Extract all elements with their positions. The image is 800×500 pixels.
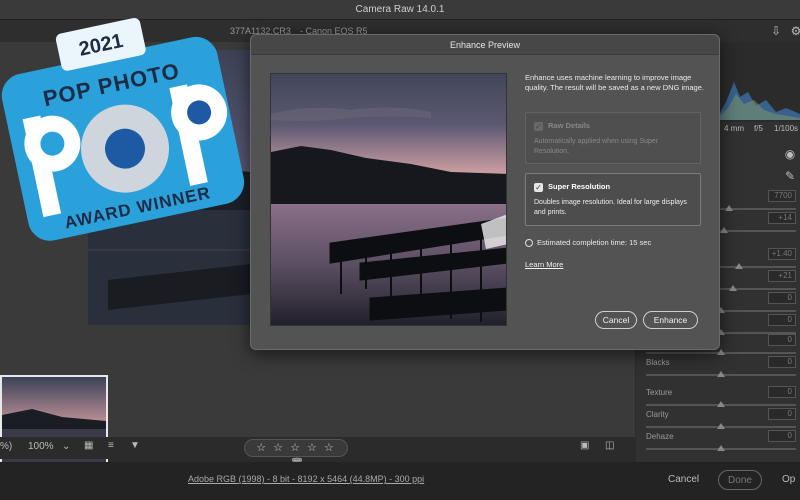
slider-label: Dehaze (646, 432, 674, 441)
save-icon[interactable]: ⇩ (768, 23, 784, 39)
slider-row: Blacks 0 (646, 356, 796, 388)
camera-raw-app: Camera Raw 14.0.1 377A1132.CR3 - Canon E… (0, 0, 800, 500)
bottom-toolbar: %) 100% ⌄ ▦ ≡ ▼ ☆ ☆ ☆ ☆ ☆ 🗑 ▣ ◫ (0, 437, 635, 470)
enhance-preview-image (270, 73, 507, 326)
slider-value-input[interactable]: 0 (768, 334, 796, 346)
super-resolution-checkbox[interactable]: ✓ (534, 183, 543, 192)
slider-value-input[interactable]: +21 (768, 270, 796, 282)
footer-bar: Adobe RGB (1998) - 8 bit - 8192 x 5464 (… (0, 462, 800, 500)
dialog-description: Enhance uses machine learning to improve… (525, 73, 704, 92)
footer-open-button[interactable]: Op (782, 470, 795, 490)
slider-value-input[interactable]: +1.40 (768, 248, 796, 260)
window-title: Camera Raw 14.0.1 (355, 4, 445, 15)
footer-cancel-button[interactable]: Cancel (668, 470, 699, 490)
estimated-time: Estimated completion time: 15 sec (525, 238, 652, 248)
raw-details-title: Raw Details (548, 121, 591, 130)
slider-value-input[interactable]: +14 (768, 212, 796, 224)
compare-view-icon[interactable]: ◫ (605, 440, 614, 451)
super-resolution-note: Doubles image resolution. Ideal for larg… (534, 199, 687, 216)
slider-value-input[interactable]: 7700 (768, 190, 796, 202)
exif-shutter: 1/100s (774, 124, 799, 133)
slider-thumb[interactable] (717, 445, 725, 451)
raw-details-note: Automatically applied when using Super R… (534, 138, 659, 155)
eye-icon[interactable]: ◉ (782, 146, 798, 162)
exif-aperture: f/5 (754, 124, 763, 133)
timer-icon (525, 239, 533, 248)
slider-thumb[interactable] (717, 401, 725, 407)
sort-icon[interactable]: ≡ (108, 440, 114, 451)
slider-label: Clarity (646, 410, 669, 419)
learn-more-link[interactable]: Learn More (525, 260, 563, 269)
raw-details-checkbox: ✓ (534, 122, 543, 131)
slider-thumb[interactable] (717, 371, 725, 377)
slider-label: Texture (646, 388, 673, 397)
slider-thumb[interactable] (717, 349, 725, 355)
slider-value-input[interactable]: 0 (768, 430, 796, 442)
raw-details-option: ✓ Raw Details Automatically applied when… (525, 112, 701, 164)
super-resolution-title: Super Resolution (548, 182, 611, 191)
enhance-preview-dialog: Enhance Preview Enhance uses machine lea… (250, 34, 720, 350)
zoom-fit[interactable]: %) (0, 441, 12, 452)
pop-photo-award-badge: 2021 POP PHOTO AWARD WINNER (0, 10, 252, 260)
slider-thumb[interactable] (724, 205, 733, 211)
filter-icon[interactable]: ▼ (130, 440, 140, 451)
slider-value-input[interactable]: 0 (768, 356, 796, 368)
slider-value-input[interactable]: 0 (768, 386, 796, 398)
zoom-level[interactable]: 100% (28, 441, 54, 452)
enhance-button[interactable]: Enhance (643, 311, 698, 329)
star-rating[interactable]: ☆ ☆ ☆ ☆ ☆ 🗑 (244, 439, 348, 470)
slider-row: Dehaze 0 (646, 430, 796, 462)
footer-done-button[interactable]: Done (718, 470, 762, 490)
super-resolution-option[interactable]: ✓ Super Resolution Doubles image resolut… (525, 173, 701, 226)
slider-thumb[interactable] (735, 263, 743, 269)
eyedropper-icon[interactable]: ✎ (782, 168, 798, 184)
estimated-time-text: Estimated completion time: 15 sec (537, 238, 652, 247)
settings-icon[interactable]: ⚙ (788, 23, 800, 39)
slider-value-input[interactable]: 0 (768, 314, 796, 326)
slider-label: Blacks (646, 358, 670, 367)
slider-value-input[interactable]: 0 (768, 292, 796, 304)
exif-focal: 4 mm (724, 124, 744, 133)
dialog-cancel-button[interactable]: Cancel (595, 311, 637, 329)
dialog-title: Enhance Preview (251, 35, 719, 55)
star-rating-stars[interactable]: ☆ ☆ ☆ ☆ ☆ (256, 442, 336, 454)
chevron-down-icon[interactable]: ⌄ (62, 441, 70, 452)
slider-value-input[interactable]: 0 (768, 408, 796, 420)
view-toggle-icon[interactable]: ▣ (580, 440, 589, 451)
slider-thumb[interactable] (729, 285, 737, 291)
slider-thumb[interactable] (717, 423, 725, 429)
image-info-link[interactable]: Adobe RGB (1998) - 8 bit - 8192 x 5464 (… (188, 474, 424, 484)
slider-thumb[interactable] (720, 227, 728, 233)
grid-view-icon[interactable]: ▦ (84, 440, 93, 451)
